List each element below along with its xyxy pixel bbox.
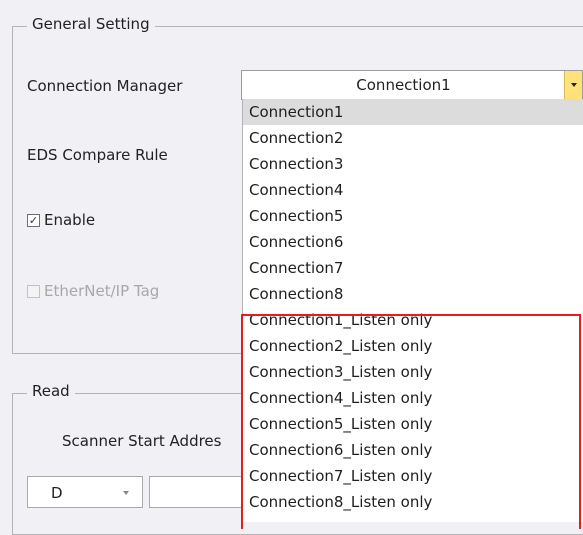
dropdown-item[interactable]: Connection3_Listen only [243,359,583,385]
connection-manager-dropdown-button[interactable] [564,71,582,99]
device-type-select[interactable]: D [27,476,143,508]
general-setting-title: General Setting [27,15,155,33]
dropdown-item[interactable]: Connection5 [243,203,583,229]
dropdown-item[interactable]: Connection3 [243,151,583,177]
dropdown-item[interactable]: Connection4_Listen only [243,385,583,411]
dropdown-item[interactable]: Connection8_Listen only [243,489,583,515]
chevron-down-icon [123,491,129,495]
dropdown-item[interactable]: Connection1_Listen only [243,307,583,333]
connection-manager-combo[interactable]: Connection1 [241,70,583,100]
enable-checkbox[interactable]: ✓ [27,214,40,227]
ethernet-ip-tag-label: EtherNet/IP Tag [44,282,160,300]
scanner-start-address-input[interactable] [149,476,241,508]
dropdown-item[interactable]: Connection1 [243,99,583,125]
dropdown-item[interactable]: Connection6 [243,229,583,255]
read-title: Read [27,382,75,400]
device-type-value: D [51,484,63,502]
dropdown-item[interactable]: Connection5_Listen only [243,411,583,437]
enable-label: Enable [44,211,96,229]
dropdown-item[interactable]: Connection2 [243,125,583,151]
connection-manager-label: Connection Manager [27,77,183,95]
dropdown-item[interactable]: Connection4 [243,177,583,203]
scanner-start-address-label: Scanner Start Addres [62,432,222,450]
connection-dropdown-list: Connection1 Connection2 Connection3 Connect… [242,99,583,522]
ethernet-ip-tag-checkbox[interactable] [27,285,40,298]
dropdown-item[interactable]: Connection2_Listen only [243,333,583,359]
chevron-down-icon [570,83,577,87]
connection-manager-value: Connection1 [356,76,451,94]
eds-compare-rule-label: EDS Compare Rule [27,146,168,164]
dropdown-item[interactable]: Connection7 [243,255,583,281]
dropdown-item[interactable]: Connection6_Listen only [243,437,583,463]
dropdown-item[interactable]: Connection7_Listen only [243,463,583,489]
dropdown-item[interactable]: Connection8 [243,281,583,307]
